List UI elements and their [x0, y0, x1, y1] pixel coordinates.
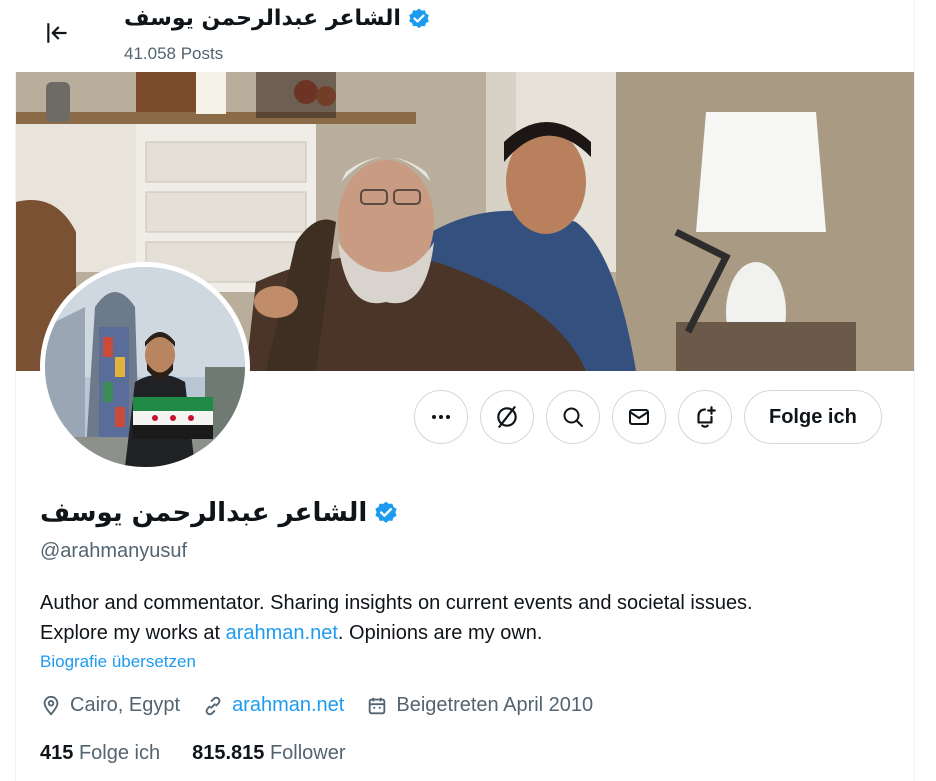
message-button[interactable] — [612, 390, 666, 444]
following-label: Folge ich — [78, 742, 161, 764]
back-button[interactable] — [38, 14, 76, 52]
verified-badge-icon[interactable] — [373, 500, 399, 526]
back-arrow-icon — [47, 23, 67, 43]
joined-text: Beigetreten April 2010 — [396, 694, 594, 716]
following-count: 415 — [40, 742, 74, 764]
joined-item: Beigetreten April 2010 — [366, 694, 593, 717]
profile-meta: Cairo, Egypt arahman.net Beigetreten Apr… — [40, 694, 615, 717]
location-item: Cairo, Egypt — [40, 694, 180, 717]
following-button[interactable]: Folge ich — [744, 390, 882, 444]
bio-text-pre: Explore my works at — [40, 622, 226, 644]
header-name: الشاعر عبدالرحمن يوسف — [124, 6, 401, 31]
profile-name: الشاعر عبدالرحمن يوسف — [40, 498, 368, 528]
followers-stat[interactable]: 815.815 Follower — [192, 742, 345, 765]
search-profile-button[interactable] — [546, 390, 600, 444]
translate-bio-link[interactable]: Biografie übersetzen — [40, 652, 196, 672]
location-text: Cairo, Egypt — [70, 694, 181, 716]
website-link[interactable]: arahman.net — [232, 694, 344, 717]
bio-line-2: Explore my works at arahman.net. Opinion… — [40, 618, 900, 648]
calendar-icon — [369, 697, 386, 714]
profile-bio: Author and commentator. Sharing insights… — [40, 588, 900, 648]
followers-count: 815.815 — [192, 742, 265, 764]
following-stat[interactable]: 415 Folge ich — [40, 742, 160, 765]
bio-text-post: . Opinions are my own. — [337, 622, 543, 644]
avatar-photo — [45, 267, 245, 467]
notify-button[interactable] — [678, 390, 732, 444]
grok-icon — [497, 406, 517, 428]
bio-link[interactable]: arahman.net — [226, 622, 338, 644]
bio-line-1: Author and commentator. Sharing insights… — [40, 592, 753, 614]
profile-handle: @arahmanyusuf — [40, 540, 188, 562]
notify-bell-icon — [697, 406, 716, 428]
profile-stats: 415 Folge ich 815.815 Follower — [40, 742, 378, 765]
link-icon — [205, 696, 221, 715]
website-item: arahman.net — [202, 694, 344, 717]
grok-button[interactable] — [480, 390, 534, 444]
profile-name-row: الشاعر عبدالرحمن يوسف — [40, 498, 399, 528]
profile-header: الشاعر عبدالرحمن يوسف 41.058 Posts — [16, 0, 914, 72]
message-icon — [629, 409, 649, 425]
followers-label: Follower — [269, 742, 346, 764]
more-button[interactable] — [414, 390, 468, 444]
location-icon — [43, 695, 59, 716]
header-title-row: الشاعر عبدالرحمن يوسف — [124, 6, 431, 31]
profile-actions: Folge ich — [414, 390, 882, 444]
more-icon — [432, 415, 450, 419]
column-border-right — [914, 0, 915, 781]
header-post-count: 41.058 Posts — [124, 44, 224, 63]
verified-badge-icon — [409, 8, 429, 28]
profile-avatar[interactable] — [40, 262, 250, 472]
search-icon — [563, 407, 583, 427]
